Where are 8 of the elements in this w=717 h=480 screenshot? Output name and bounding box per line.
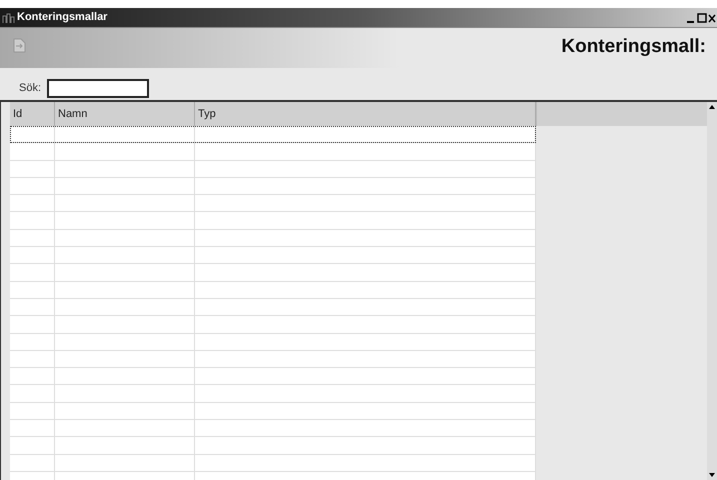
app-icon [2,12,16,24]
close-icon[interactable] [708,12,716,24]
maximize-icon[interactable] [697,12,707,24]
search-label: Sök: [19,80,42,96]
window-title: Konteringsmallar [17,10,108,26]
scrollbar[interactable] [707,102,717,480]
header-title: Konteringsmall: [561,35,706,59]
search-field[interactable] [47,78,150,98]
